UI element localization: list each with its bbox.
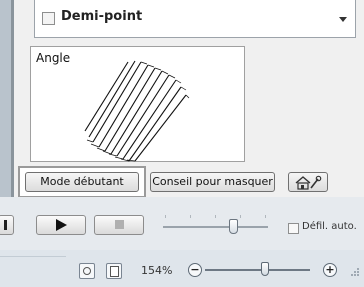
stitch-checkbox[interactable] [42, 12, 55, 25]
slider-tick [215, 215, 216, 218]
stitch-type-label: Demi-point [61, 9, 143, 24]
zoom-slider[interactable] [205, 262, 310, 276]
auto-scroll-checkbox[interactable] [288, 223, 299, 234]
hide-advice-button[interactable]: Conseil pour masquer [150, 172, 275, 192]
previous-button[interactable] [0, 215, 14, 235]
view-page-icon[interactable] [106, 263, 122, 279]
view-normal-icon[interactable] [79, 263, 95, 279]
stop-icon [115, 220, 124, 229]
auto-scroll-label: Défil. auto. [302, 221, 357, 232]
slider-tick [240, 215, 241, 218]
slider-tick [265, 215, 266, 218]
zoom-out-icon[interactable]: − [188, 263, 202, 277]
slider-tick [165, 215, 166, 218]
beginner-mode-button[interactable]: Mode débutant [25, 172, 139, 192]
half-stitch-pattern-icon [84, 60, 190, 162]
zoom-slider-thumb[interactable] [261, 262, 269, 276]
zoom-in-icon[interactable]: + [323, 263, 337, 277]
status-separator [0, 256, 66, 257]
play-button[interactable] [36, 215, 86, 235]
home-settings-button[interactable] [288, 172, 328, 192]
grip-dots [351, 268, 359, 276]
slider-track [163, 226, 268, 228]
stop-button[interactable] [94, 215, 144, 235]
slider-thumb[interactable] [229, 219, 238, 234]
play-icon [56, 219, 67, 231]
resize-grip-icon[interactable] [350, 262, 360, 276]
status-bar: 154% − + [0, 250, 364, 287]
left-pane-edge [0, 0, 14, 197]
slider-tick [190, 215, 191, 218]
playback-bar: Défil. auto. [0, 197, 364, 251]
zoom-level: 154% [141, 264, 173, 277]
stitch-type-dropdown[interactable]: Demi-point [34, 0, 356, 38]
stitch-preview: Angle [30, 46, 245, 162]
speed-slider[interactable] [163, 215, 268, 237]
home-wrench-icon [295, 175, 322, 190]
chevron-down-icon[interactable] [339, 17, 347, 22]
